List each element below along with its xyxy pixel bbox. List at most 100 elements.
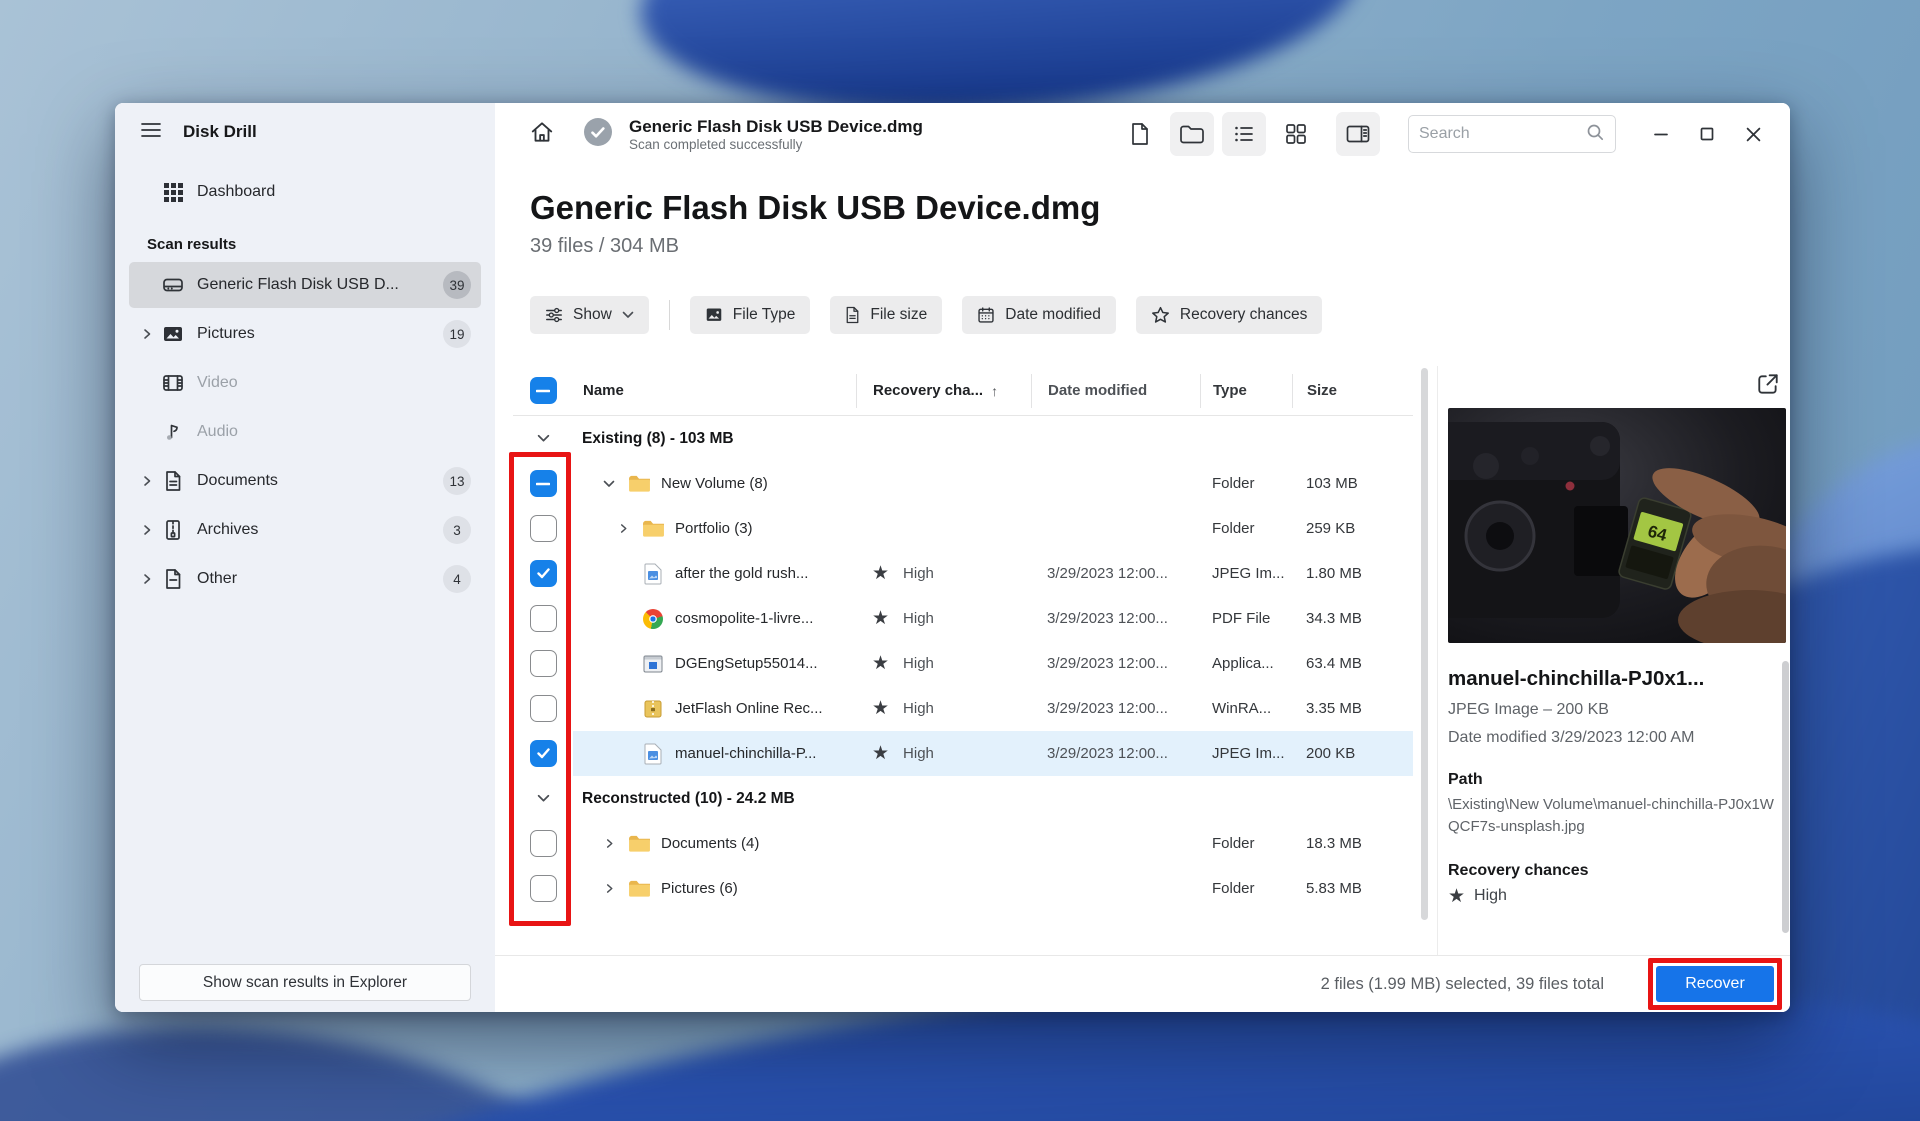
search-box	[1408, 115, 1616, 153]
row-checkbox-empty[interactable]	[529, 605, 557, 632]
sidebar-item-label: Archives	[197, 521, 259, 538]
column-header-type[interactable]: Type	[1200, 373, 1292, 408]
sidebar-item-documents[interactable]: Documents 13	[129, 458, 481, 504]
preview-date-modified: Date modified 3/29/2023 12:00 AM	[1448, 729, 1695, 746]
show-in-explorer-button[interactable]: Show scan results in Explorer	[139, 964, 471, 1001]
search-icon[interactable]	[1585, 122, 1605, 147]
sidebar-item-label: Dashboard	[197, 183, 276, 200]
table-row[interactable]: Portfolio (3) Folder 259 KB	[513, 506, 1413, 551]
files-summary: 39 files / 304 MB	[530, 235, 679, 257]
preview-pane-icon[interactable]	[1336, 112, 1380, 156]
file-count-badge: 3	[443, 516, 471, 544]
preview-image: 64	[1448, 408, 1786, 643]
folder-icon	[641, 519, 665, 538]
recover-button[interactable]: Recover	[1656, 966, 1774, 1002]
preview-type-size: JPEG Image – 200 KB	[1448, 701, 1609, 718]
sidebar: Disk Drill Dashboard Scan results Generi…	[115, 103, 495, 1012]
sidebar-item-archives[interactable]: Archives 3	[129, 507, 481, 553]
column-header-name[interactable]: Name	[573, 382, 856, 399]
star-icon: ★	[872, 653, 890, 674]
sidebar-item-dashboard[interactable]: Dashboard	[129, 169, 481, 215]
sidebar-item-other[interactable]: Other 4	[129, 556, 481, 602]
folder-icon	[627, 474, 651, 493]
chevron-right-icon[interactable]	[615, 523, 631, 534]
group-row-reconstructed[interactable]: Reconstructed (10) - 24.2 MB	[513, 776, 1413, 821]
chevron-down-icon[interactable]	[537, 430, 550, 447]
table-row[interactable]: after the gold rush... ★ High 3/29/2023 1…	[513, 551, 1413, 596]
filter-divider	[668, 300, 670, 330]
home-icon[interactable]	[529, 119, 555, 150]
chevron-down-icon	[622, 311, 634, 318]
minimize-button[interactable]	[1638, 114, 1684, 154]
sidebar-item-video: Video	[129, 360, 481, 406]
chevron-right-icon[interactable]	[601, 838, 617, 849]
chevron-right-icon[interactable]	[601, 883, 617, 894]
preview-path-label: Path	[1448, 771, 1483, 788]
jpeg-file-icon	[641, 743, 665, 765]
column-header-size[interactable]: Size	[1292, 373, 1412, 408]
row-checkbox-empty[interactable]	[529, 650, 557, 677]
star-icon: ★	[872, 563, 890, 584]
list-view-icon[interactable]	[1222, 112, 1266, 156]
select-all-checkbox[interactable]	[529, 377, 557, 404]
close-button[interactable]	[1730, 114, 1776, 154]
preview-recovery-value: High	[1474, 887, 1507, 904]
file-count-badge: 39	[443, 271, 471, 299]
open-external-icon[interactable]	[1756, 372, 1780, 402]
sidebar-item-pictures[interactable]: Pictures 19	[129, 311, 481, 357]
preview-filename: manuel-chinchilla-PJ0x1...	[1448, 667, 1705, 690]
file-size-filter-button[interactable]: File size	[830, 296, 943, 334]
chevron-right-icon[interactable]	[137, 573, 157, 585]
row-checkbox-empty[interactable]	[529, 515, 557, 542]
row-checkbox-empty[interactable]	[529, 830, 557, 857]
chevron-down-icon[interactable]	[537, 790, 550, 807]
row-checkbox-empty[interactable]	[529, 695, 557, 722]
desktop-wallpaper: Disk Drill Dashboard Scan results Generi…	[0, 0, 1920, 1121]
disk-drill-window: Disk Drill Dashboard Scan results Generi…	[115, 103, 1790, 1012]
column-header-date-modified[interactable]: Date modified	[1031, 373, 1200, 408]
audio-note-icon	[161, 420, 185, 444]
search-input[interactable]	[1419, 125, 1577, 143]
open-folder-icon[interactable]	[1170, 112, 1214, 156]
star-icon	[1151, 306, 1169, 323]
table-row[interactable]: New Volume (8) Folder 103 MB	[513, 461, 1413, 506]
row-checkbox-checked[interactable]	[529, 740, 557, 767]
documents-icon	[161, 469, 185, 493]
table-row[interactable]: cosmopolite-1-livre... ★ High 3/29/2023 1…	[513, 596, 1413, 641]
table-row[interactable]: DGEngSetup55014... ★ High 3/29/2023 12:00…	[513, 641, 1413, 686]
chevron-right-icon[interactable]	[137, 475, 157, 487]
maximize-button[interactable]	[1684, 114, 1730, 154]
table-row[interactable]: Documents (4) Folder 18.3 MB	[513, 821, 1413, 866]
new-session-file-icon[interactable]	[1118, 112, 1162, 156]
table-row-selected[interactable]: manuel-chinchilla-P... ★ High 3/29/2023 1…	[513, 731, 1413, 776]
application-file-icon	[641, 654, 665, 674]
chevron-down-icon[interactable]	[601, 480, 617, 488]
dashboard-grid-icon	[161, 182, 185, 202]
star-icon: ★	[872, 743, 890, 764]
hamburger-menu-icon[interactable]	[141, 122, 161, 143]
chevron-right-icon[interactable]	[137, 328, 157, 340]
date-modified-filter-button[interactable]: Date modified	[962, 296, 1116, 334]
group-row-existing[interactable]: Existing (8) - 103 MB	[513, 416, 1413, 461]
column-header-recovery[interactable]: Recovery cha... ↑	[856, 373, 1031, 408]
file-list-scrollbar[interactable]	[1421, 368, 1428, 920]
file-type-filter-button[interactable]: File Type	[689, 296, 811, 334]
grid-view-icon[interactable]	[1274, 112, 1318, 156]
file-count-badge: 13	[443, 467, 471, 495]
sidebar-item-generic-flash-disk[interactable]: Generic Flash Disk USB D... 39	[129, 262, 481, 308]
recovery-chances-filter-button[interactable]: Recovery chances	[1135, 296, 1323, 334]
jpeg-file-icon	[641, 563, 665, 585]
show-filter-button[interactable]: Show	[530, 296, 649, 334]
table-header: Name Recovery cha... ↑ Date modified Type…	[513, 366, 1413, 416]
table-row[interactable]: JetFlash Online Rec... ★ High 3/29/2023 1…	[513, 686, 1413, 731]
preview-scrollbar[interactable]	[1782, 661, 1789, 933]
row-checkbox-indeterminate[interactable]	[529, 470, 557, 497]
row-checkbox-empty[interactable]	[529, 875, 557, 902]
row-checkbox-checked[interactable]	[529, 560, 557, 587]
chevron-right-icon[interactable]	[137, 524, 157, 536]
app-title: Disk Drill	[183, 122, 257, 141]
scan-status-text: Scan completed successfully	[629, 137, 803, 153]
scan-complete-check-icon	[583, 117, 613, 152]
file-count-badge: 4	[443, 565, 471, 593]
table-row[interactable]: Pictures (6) Folder 5.83 MB	[513, 866, 1413, 911]
